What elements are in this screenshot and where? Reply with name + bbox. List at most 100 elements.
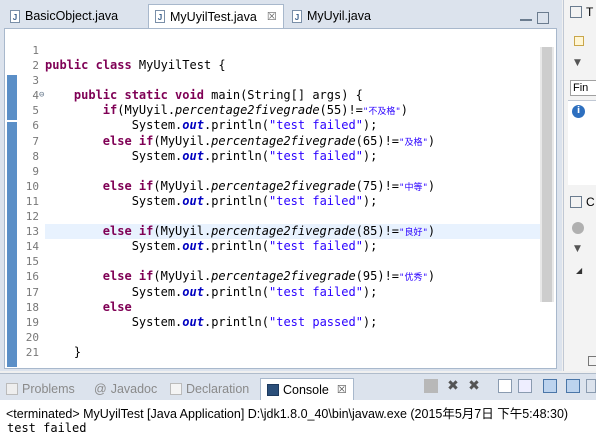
dropdown-arrow-icon[interactable]: ▼ [574,244,581,254]
scroll-lock-icon[interactable] [518,379,532,393]
tab-label: BasicObject.java [25,9,119,23]
collapse-icon[interactable]: ⊖ [39,88,44,103]
task-list-icon[interactable] [570,6,582,18]
panel-title: C [586,195,595,209]
tab-label: Javadoc [110,382,158,396]
code-line: else if(MyUyil.percentage2fivegrade(95)!… [102,269,436,284]
minimize-icon[interactable] [520,12,532,21]
show-on-stderr-icon[interactable] [566,379,580,393]
line-number: 5 [32,104,39,118]
code-line: System.out.println("test failed"); [131,193,378,208]
remove-launch-icon[interactable]: ✖ [446,379,460,393]
declaration-icon [170,383,182,395]
tree-expand-icon[interactable]: ◢ [576,266,582,275]
tab-declaration[interactable]: Declaration [170,378,249,400]
tab-label: MyUyil.java [307,9,371,23]
line-number: 9 [32,164,39,178]
scrollbar-thumb[interactable] [542,47,552,302]
console-icon [267,383,279,396]
code-line: public class MyUyilTest { [45,58,226,73]
javadoc-icon: @ [94,382,107,396]
code-line: if(MyUyil.percentage2fivegrade(55)!="不及格… [102,103,408,118]
maximize-icon[interactable] [588,356,596,366]
dropdown-arrow-icon[interactable]: ▼ [574,58,581,68]
pin-console-icon[interactable] [586,379,596,393]
line-number: 16 [25,270,39,284]
line-number: 8 [32,149,39,163]
line-number: 7 [32,134,39,148]
java-file-icon: J [292,9,302,23]
tab-label: MyUyilTest.java [170,9,257,24]
tab-basicobject[interactable]: J BasicObject.java [4,4,146,28]
panel-title: T [586,5,594,19]
editor-area: J BasicObject.java J MyUyilTest.java ☒ J… [0,0,562,371]
line-number: 17 [25,285,39,299]
line-number: 15 [25,255,39,269]
info-icon: i [572,105,585,118]
code-text[interactable]: public class MyUyilTest { public static … [45,43,540,360]
code-line: else if(MyUyil.percentage2fivegrade(75)!… [102,178,436,193]
tab-console[interactable]: Console ☒ [260,378,354,400]
line-number: 6 [32,119,39,133]
line-number: 4 ⊖ [32,89,45,103]
change-marker [7,75,17,120]
tab-label: Problems [22,382,75,396]
tab-label: Console [283,382,329,397]
code-line-current: else if(MyUyil.percentage2fivegrade(85)!… [45,224,540,240]
line-number-gutter: 1 2 3 4 ⊖ 5 6 7 8 9 10 11 12 13 14 15 16 … [19,43,45,360]
tab-problems[interactable]: Problems [6,378,75,400]
java-file-icon: J [155,10,165,23]
console-status: <terminated> MyUyilTest [Java Applicatio… [6,407,569,421]
line-number: 20 [25,330,39,344]
tab-label: Declaration [186,382,250,396]
close-icon[interactable]: ☒ [337,379,347,401]
line-number: 2 [32,59,39,73]
maximize-icon[interactable] [537,12,549,24]
line-number: 21 [25,345,39,359]
line-number: 1 [32,44,39,57]
right-side-panel: T ▼ Fin i C ▼ ◢ [563,0,596,371]
code-line: System.out.println("test passed"); [131,314,378,329]
line-number: 11 [25,194,39,208]
info-box: i [568,100,596,185]
code-editor[interactable]: 1 2 3 4 ⊖ 5 6 7 8 9 10 11 12 13 14 15 16 … [4,28,557,369]
change-marker [7,122,17,367]
outline-icon[interactable] [570,196,582,208]
line-number: 19 [25,315,39,329]
console-output[interactable]: test failed [7,421,86,435]
annotation-ruler [5,29,17,368]
line-number: 14 [25,240,39,254]
line-number: 18 [25,300,39,314]
code-line: public static void main(String[] args) { [73,88,363,103]
code-line: System.out.println("test failed"); [131,284,378,299]
clear-console-icon[interactable] [498,379,512,393]
tab-myuyil[interactable]: J MyUyil.java [286,4,396,28]
terminate-icon[interactable] [424,379,438,393]
filter-icon[interactable] [572,222,584,234]
tab-javadoc[interactable]: @ Javadoc [94,378,157,400]
line-number: 10 [25,179,39,193]
problems-icon [6,383,18,395]
find-input[interactable]: Fin [570,80,596,96]
code-line: else [102,299,132,314]
code-line: } [73,344,82,359]
new-task-icon[interactable] [574,36,584,46]
java-file-icon: J [10,9,20,23]
code-line: else if(MyUyil.percentage2fivegrade(65)!… [102,133,436,148]
bottom-panel: Problems @ Javadoc Declaration Console ☒… [0,373,596,438]
line-number: 12 [25,210,39,224]
vertical-scrollbar[interactable] [540,47,554,302]
line-number: 13 [25,225,39,239]
code-line: System.out.println("test failed"); [131,239,378,254]
tab-myuyiltest[interactable]: J MyUyilTest.java ☒ [148,4,284,28]
show-on-stdout-icon[interactable] [543,379,557,393]
remove-all-icon[interactable]: ✖ [467,379,481,393]
code-line: System.out.println("test failed"); [131,118,378,133]
editor-tabbar: J BasicObject.java J MyUyilTest.java ☒ J… [0,4,562,28]
close-icon[interactable]: ☒ [267,10,277,23]
